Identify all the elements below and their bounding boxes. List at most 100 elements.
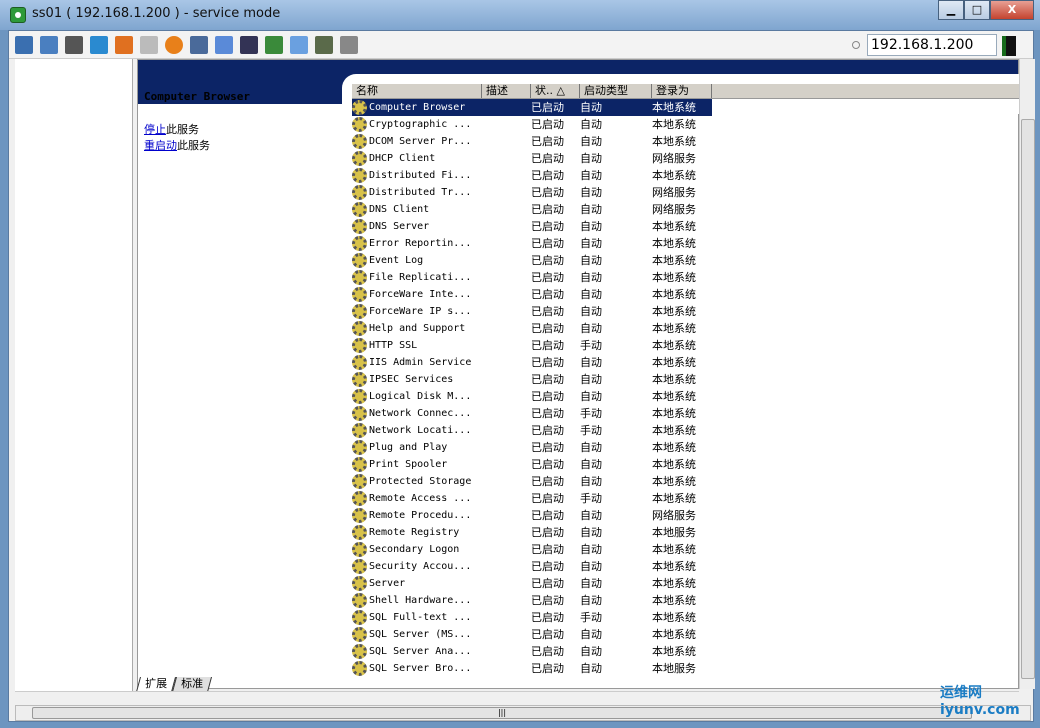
ip-radio[interactable] xyxy=(852,41,860,49)
minimize-button[interactable]: ▁ xyxy=(938,0,964,20)
service-name-text: DNS Client xyxy=(369,204,430,215)
service-gear-icon xyxy=(352,627,367,642)
maximize-button[interactable]: □ xyxy=(964,0,990,20)
service-row[interactable]: Remote Registry 已启动 自动 本地服务 xyxy=(352,524,1020,541)
service-name-text: Distributed Fi... xyxy=(369,170,472,181)
service-status: 已启动 xyxy=(531,320,580,337)
service-description xyxy=(482,269,531,286)
service-description xyxy=(482,405,531,422)
screen-icon[interactable] xyxy=(315,36,333,54)
service-startup-type: 自动 xyxy=(580,167,652,184)
service-row[interactable]: Remote Access ... 已启动 手动 本地系统 xyxy=(352,490,1020,507)
service-startup-type: 自动 xyxy=(580,507,652,524)
service-gear-icon xyxy=(352,236,367,251)
service-row[interactable]: IPSEC Services 已启动 自动 本地系统 xyxy=(352,371,1020,388)
service-logon-as: 本地系统 xyxy=(652,643,712,660)
window-title: ss01 ( 192.168.1.200 ) - service mode xyxy=(32,6,281,21)
service-description xyxy=(482,235,531,252)
windows-logo-icon[interactable] xyxy=(115,36,133,54)
service-startup-type-text: 自动 xyxy=(580,577,602,590)
column-status[interactable]: 状.. △ xyxy=(531,84,580,98)
close-button[interactable]: X xyxy=(990,0,1034,20)
disconnect-icon[interactable] xyxy=(190,36,208,54)
service-row[interactable]: Distributed Tr... 已启动 自动 网络服务 xyxy=(352,184,1020,201)
service-row[interactable]: Network Locati... 已启动 手动 本地系统 xyxy=(352,422,1020,439)
window-icon[interactable] xyxy=(290,36,308,54)
service-startup-type-text: 自动 xyxy=(580,662,602,675)
column-description[interactable]: 描述 xyxy=(482,84,531,98)
service-row[interactable]: SQL Full-text ... 已启动 手动 本地系统 xyxy=(352,609,1020,626)
service-name: Network Connec... xyxy=(352,405,482,422)
service-row[interactable]: HTTP SSL 已启动 手动 本地系统 xyxy=(352,337,1020,354)
service-name-text: IPSEC Services xyxy=(369,374,454,385)
service-startup-type: 自动 xyxy=(580,371,652,388)
service-startup-type: 自动 xyxy=(580,626,652,643)
column-startup-type[interactable]: 启动类型 xyxy=(580,84,652,98)
service-row[interactable]: Event Log 已启动 自动 本地系统 xyxy=(352,252,1020,269)
service-row[interactable]: Cryptographic ... 已启动 自动 本地系统 xyxy=(352,116,1020,133)
horizontal-scroll-thumb[interactable]: ||| xyxy=(32,707,972,719)
chat-icon[interactable] xyxy=(340,36,358,54)
display-icon[interactable] xyxy=(240,36,258,54)
restart-service-link[interactable]: 重启动 xyxy=(144,139,177,152)
service-name: Remote Registry xyxy=(352,524,482,541)
service-row[interactable]: Print Spooler 已启动 自动 本地系统 xyxy=(352,456,1020,473)
monitor-icon[interactable] xyxy=(15,36,33,54)
service-startup-type: 自动 xyxy=(580,235,652,252)
service-gear-icon xyxy=(352,508,367,523)
service-row[interactable]: Computer Browser 已启动 自动 本地系统 xyxy=(352,99,1020,116)
service-row[interactable]: SQL Server (MS... 已启动 自动 本地系统 xyxy=(352,626,1020,643)
refresh-icon[interactable] xyxy=(90,36,108,54)
service-row[interactable]: Protected Storage 已启动 自动 本地系统 xyxy=(352,473,1020,490)
service-row[interactable]: DHCP Client 已启动 自动 网络服务 xyxy=(352,150,1020,167)
horizontal-scrollbar[interactable]: ||| xyxy=(15,705,1031,721)
service-row[interactable]: SQL Server Bro... 已启动 自动 本地服务 xyxy=(352,660,1020,677)
service-row[interactable]: Shell Hardware... 已启动 自动 本地系统 xyxy=(352,592,1020,609)
vertical-scrollbar[interactable] xyxy=(1019,59,1035,689)
service-name-text: HTTP SSL xyxy=(369,340,418,351)
service-row[interactable]: Secondary Logon 已启动 自动 本地系统 xyxy=(352,541,1020,558)
service-row[interactable]: Help and Support 已启动 自动 本地系统 xyxy=(352,320,1020,337)
service-status: 已启动 xyxy=(531,422,580,439)
column-name[interactable]: 名称 xyxy=(352,84,482,98)
column-logon-as[interactable]: 登录为 xyxy=(652,84,712,98)
service-row[interactable]: ForceWare Inte... 已启动 自动 本地系统 xyxy=(352,286,1020,303)
service-name-text: Event Log xyxy=(369,255,424,266)
service-logon-as-text: 本地系统 xyxy=(652,577,696,590)
fullscreen-icon[interactable] xyxy=(215,36,233,54)
vertical-scroll-thumb[interactable] xyxy=(1021,119,1035,679)
service-row[interactable]: IIS Admin Service 已启动 自动 本地系统 xyxy=(352,354,1020,371)
keyboard-icon[interactable] xyxy=(140,36,158,54)
service-row[interactable]: Network Connec... 已启动 手动 本地系统 xyxy=(352,405,1020,422)
service-row[interactable]: SQL Server Ana... 已启动 自动 本地系统 xyxy=(352,643,1020,660)
service-logon-as-text: 本地系统 xyxy=(652,169,696,182)
service-name: IIS Admin Service xyxy=(352,354,482,371)
service-row[interactable]: Security Accou... 已启动 自动 本地系统 xyxy=(352,558,1020,575)
service-status: 已启动 xyxy=(531,388,580,405)
service-row[interactable]: ForceWare IP s... 已启动 自动 本地系统 xyxy=(352,303,1020,320)
service-row[interactable]: Server 已启动 自动 本地系统 xyxy=(352,575,1020,592)
service-row[interactable]: Distributed Fi... 已启动 自动 本地系统 xyxy=(352,167,1020,184)
service-row[interactable]: Plug and Play 已启动 自动 本地系统 xyxy=(352,439,1020,456)
tab-standard[interactable]: 标准 xyxy=(171,677,213,692)
service-status: 已启动 xyxy=(531,371,580,388)
ip-address-field[interactable]: 192.168.1.200 xyxy=(867,34,997,56)
service-row[interactable]: DCOM Server Pr... 已启动 自动 本地系统 xyxy=(352,133,1020,150)
transfer-icon[interactable] xyxy=(265,36,283,54)
tools-icon[interactable] xyxy=(65,36,83,54)
service-row[interactable]: DNS Server 已启动 自动 本地系统 xyxy=(352,218,1020,235)
stop-service-link[interactable]: 停止 xyxy=(144,123,166,136)
tree-panel[interactable] xyxy=(15,59,133,691)
alert-icon[interactable] xyxy=(165,36,183,54)
tab-extended[interactable]: 扩展 xyxy=(135,677,177,692)
service-row[interactable]: Error Reportin... 已启动 自动 本地系统 xyxy=(352,235,1020,252)
windows-icon[interactable] xyxy=(40,36,58,54)
service-row[interactable]: Logical Disk M... 已启动 自动 本地系统 xyxy=(352,388,1020,405)
service-startup-type: 自动 xyxy=(580,269,652,286)
service-row[interactable]: Remote Procedu... 已启动 自动 网络服务 xyxy=(352,507,1020,524)
service-status-text: 已启动 xyxy=(531,526,564,539)
service-startup-type: 自动 xyxy=(580,116,652,133)
service-row[interactable]: DNS Client 已启动 自动 网络服务 xyxy=(352,201,1020,218)
service-status: 已启动 xyxy=(531,660,580,677)
service-row[interactable]: File Replicati... 已启动 自动 本地系统 xyxy=(352,269,1020,286)
